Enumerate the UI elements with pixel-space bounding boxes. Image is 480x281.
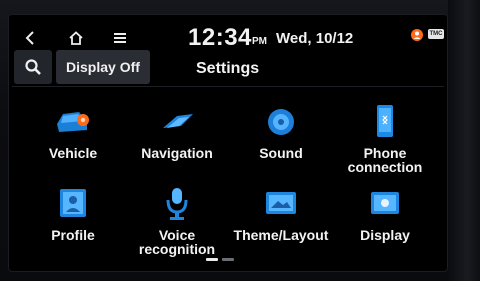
navigation-icon bbox=[163, 114, 193, 128]
tile-label: Sound bbox=[259, 145, 303, 161]
page-dot bbox=[222, 258, 234, 261]
user-profile-icon bbox=[410, 28, 424, 42]
home-button[interactable] bbox=[64, 26, 88, 50]
tile-vehicle[interactable]: Vehicle bbox=[18, 104, 128, 182]
tile-theme-layout[interactable]: Theme/Layout bbox=[226, 186, 336, 264]
tile-label: Vehicle bbox=[48, 145, 98, 161]
tile-label: Voice recognition bbox=[138, 227, 216, 257]
page-indicator bbox=[206, 258, 234, 261]
tmc-badge: TMC bbox=[428, 29, 444, 39]
tile-voice-recognition[interactable]: Voice recognition bbox=[122, 186, 232, 264]
display-off-label: Display Off bbox=[66, 59, 140, 75]
vehicle-icon bbox=[57, 112, 89, 132]
display-off-button[interactable]: Display Off bbox=[56, 50, 150, 84]
tile-label: Phone connection bbox=[347, 145, 423, 175]
menu-button[interactable] bbox=[108, 26, 132, 50]
voice-recognition-icon bbox=[166, 188, 188, 220]
back-icon bbox=[25, 31, 34, 45]
tile-label: Navigation bbox=[141, 145, 213, 161]
phone-connection-icon bbox=[377, 105, 393, 137]
theme-layout-icon bbox=[266, 192, 296, 214]
back-button[interactable] bbox=[18, 26, 42, 50]
home-icon bbox=[69, 31, 83, 45]
page-dot-active bbox=[206, 258, 218, 261]
clock-ampm: PM bbox=[252, 36, 267, 47]
toolbar-divider bbox=[12, 86, 444, 87]
tile-sound[interactable]: Sound bbox=[226, 104, 336, 182]
device-bezel bbox=[448, 0, 480, 281]
tile-label: Profile bbox=[51, 227, 95, 243]
profile-icon bbox=[60, 189, 86, 217]
clock-time: 12:34 bbox=[188, 24, 252, 51]
tile-label: Theme/Layout bbox=[233, 227, 329, 243]
tile-label: Display bbox=[360, 227, 410, 243]
tile-navigation[interactable]: Navigation bbox=[122, 104, 232, 182]
page-title: Settings bbox=[196, 60, 260, 77]
search-icon bbox=[25, 59, 41, 75]
head-unit-frame: 12:34 PM Wed, 10/12 TMC Display Off Sett… bbox=[0, 0, 480, 281]
search-button[interactable] bbox=[14, 50, 52, 84]
menu-icon bbox=[114, 33, 126, 43]
tile-phone-connection[interactable]: Phone connection bbox=[330, 104, 440, 182]
display-icon bbox=[371, 192, 399, 214]
status-date: Wed, 10/12 bbox=[276, 30, 354, 47]
tile-display[interactable]: Display bbox=[330, 186, 440, 264]
tile-profile[interactable]: Profile bbox=[18, 186, 128, 264]
sound-icon bbox=[268, 109, 294, 135]
